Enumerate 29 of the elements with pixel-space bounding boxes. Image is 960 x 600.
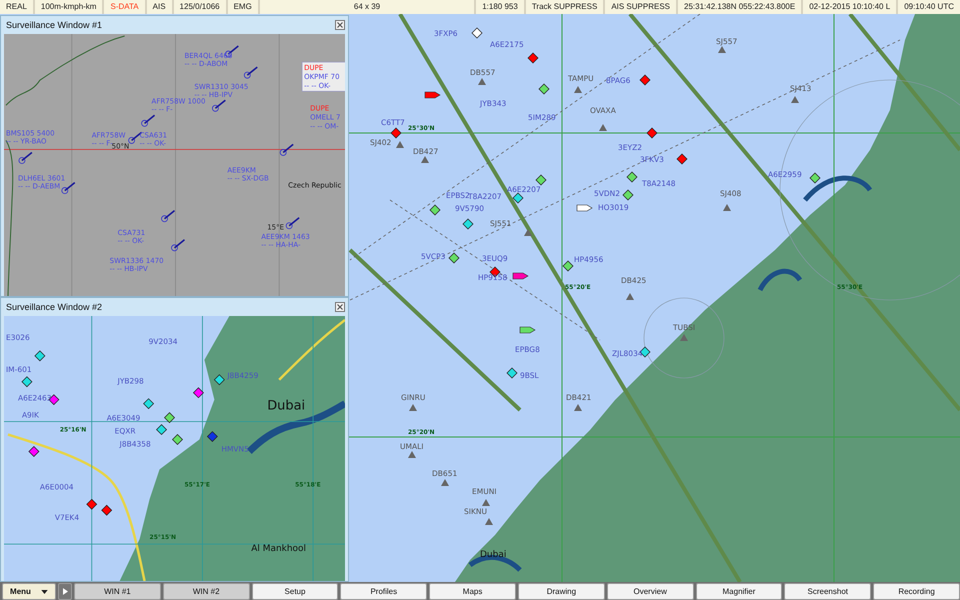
status-field: 09:10:40 UTC: [898, 0, 960, 14]
toolbar-tab[interactable]: Profiles: [340, 583, 428, 600]
toolbar-tab[interactable]: Maps: [429, 583, 516, 600]
place-label: Dubai: [480, 550, 506, 560]
toolbar-tab[interactable]: Screenshot: [784, 583, 872, 600]
status-field: 125/0/1066: [174, 0, 226, 14]
toolbar-tab[interactable]: WIN #1: [74, 583, 161, 600]
status-field: 1:180 953: [476, 0, 524, 14]
status-field: AIS SUPPRESS: [605, 0, 676, 14]
status-field: 64 x 39: [260, 0, 474, 14]
window-title: Surveillance Window #1: [6, 20, 102, 30]
window-title: Surveillance Window #2: [6, 302, 102, 312]
toolbar-tab[interactable]: Magnifier: [696, 583, 782, 600]
status-field: 02-12-2015 10:10:40 L: [803, 0, 896, 14]
toolbar-tab[interactable]: Recording: [873, 583, 960, 600]
toolbar-tab[interactable]: Setup: [252, 583, 338, 600]
status-field: Track SUPPRESS: [526, 0, 604, 14]
status-field: REAL: [0, 0, 33, 14]
toolbar-tab[interactable]: Overview: [606, 583, 694, 600]
status-field: 100m-kmph-km: [34, 0, 102, 14]
place-label: Dubai: [267, 398, 306, 414]
place-label: Al Mankhool: [251, 544, 306, 554]
status-field: S-DATA: [104, 0, 145, 14]
status-field: 25:31:42.138N 055:22:43.800E: [678, 0, 802, 14]
status-field: AIS: [146, 0, 172, 14]
menu-button[interactable]: Menu: [2, 583, 56, 600]
status-field: EMG: [228, 0, 258, 14]
toolbar-tab[interactable]: Drawing: [518, 583, 605, 600]
toolbar-tab[interactable]: WIN #2: [162, 583, 250, 600]
